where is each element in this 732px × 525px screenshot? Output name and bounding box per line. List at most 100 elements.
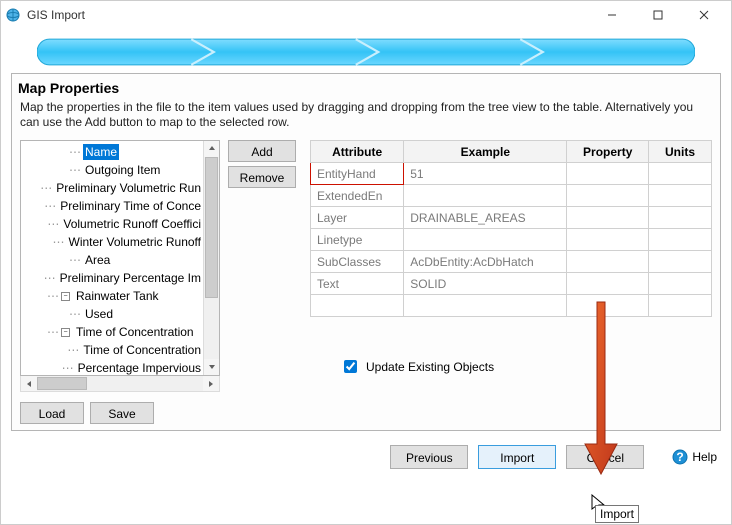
table-row[interactable]: ExtendedEn [311,185,712,207]
scrollbar-thumb[interactable] [37,377,87,390]
scroll-up-icon [208,145,216,153]
cell-property[interactable] [567,207,649,229]
help-icon: ? [672,449,688,465]
update-existing-checkbox[interactable]: Update Existing Objects [310,357,712,376]
instructions-text: Map the properties in the file to the it… [12,98,720,140]
load-button[interactable]: Load [20,402,84,424]
help-link[interactable]: Help [692,450,717,464]
import-button[interactable]: Import [478,445,556,469]
cell-property[interactable] [567,229,649,251]
close-button[interactable] [681,1,727,29]
scroll-down-icon [208,363,216,371]
cell-units[interactable] [649,185,712,207]
tree-item-label: Preliminary Percentage Im [58,270,203,286]
tree-item[interactable]: ⋯Percentage Impervious [21,359,203,375]
previous-button[interactable]: Previous [390,445,468,469]
col-attribute: Attribute [311,141,404,163]
tree-item[interactable]: ⋯Preliminary Time of Conce [21,197,203,215]
update-existing-label: Update Existing Objects [366,360,494,374]
window-title: GIS Import [27,8,85,22]
scrollbar-thumb[interactable] [205,157,218,298]
tree-item-label: Time of Concentration [81,342,203,358]
tree-item[interactable]: ⋯Area [21,251,203,269]
wizard-progress [37,37,695,67]
table-row[interactable]: LayerDRAINABLE_AREAS [311,207,712,229]
tree-item[interactable]: ⋯Preliminary Volumetric Run [21,179,203,197]
expand-icon[interactable]: − [61,292,70,301]
cell-attribute[interactable]: SubClasses [311,251,404,273]
expand-icon[interactable]: − [61,328,70,337]
tree-vertical-scrollbar[interactable] [203,141,219,375]
tree-item-label: Outgoing Item [83,162,162,178]
tree-item-label: Time of Concentration [74,324,196,340]
cell-units[interactable] [649,207,712,229]
tree-item[interactable]: ⋯Outgoing Item [21,161,203,179]
add-button[interactable]: Add [228,140,296,162]
tree-item-label: Area [83,252,112,268]
tree-item[interactable]: ⋯Time of Concentration [21,341,203,359]
save-button[interactable]: Save [90,402,154,424]
cell-property[interactable] [567,163,649,185]
minimize-button[interactable] [589,1,635,29]
cancel-button[interactable]: Cancel [566,445,644,469]
scroll-right-icon [207,380,215,388]
col-units: Units [649,141,712,163]
tree-item-label: Preliminary Volumetric Run [54,180,203,196]
cell-example[interactable]: 51 [404,163,567,185]
tree-item-label: Volumetric Runoff Coeffici [61,216,203,232]
app-icon [5,7,21,23]
table-row[interactable] [311,295,712,317]
cell-property[interactable] [567,273,649,295]
cell-example[interactable] [404,185,567,207]
section-heading: Map Properties [12,74,720,98]
cell-attribute[interactable]: Text [311,273,404,295]
map-properties-panel: Map Properties Map the properties in the… [11,73,721,431]
tree-item-label: Name [83,144,119,160]
table-row[interactable]: TextSOLID [311,273,712,295]
cell-attribute[interactable]: ExtendedEn [311,185,404,207]
cell-units[interactable] [649,229,712,251]
cell-example[interactable] [404,229,567,251]
tree-item[interactable]: ⋯Preliminary Percentage Im [21,269,203,287]
tree-item-label: Winter Volumetric Runoff [67,234,204,250]
cell-example[interactable]: SOLID [404,273,567,295]
tree-item[interactable]: ⋯−Time of Concentration [21,323,203,341]
wizard-footer: Previous Import Cancel ? Help [1,437,731,477]
remove-button[interactable]: Remove [228,166,296,188]
cell-units[interactable] [649,251,712,273]
cell-units[interactable] [649,163,712,185]
tree-item-label: Used [83,306,115,322]
table-row[interactable]: SubClassesAcDbEntity:AcDbHatch [311,251,712,273]
tree-item-label: Rainwater Tank [74,288,161,304]
svg-text:?: ? [677,450,684,464]
tree-item[interactable]: ⋯Winter Volumetric Runoff [21,233,203,251]
tree-item[interactable]: ⋯Name [21,143,203,161]
mouse-cursor-icon [591,494,607,514]
cell-example[interactable]: AcDbEntity:AcDbHatch [404,251,567,273]
tree-horizontal-scrollbar[interactable] [20,376,220,392]
update-existing-input[interactable] [344,360,357,373]
table-row[interactable]: Linetype [311,229,712,251]
properties-tree[interactable]: ⋯Name⋯Outgoing Item⋯Preliminary Volumetr… [21,141,203,375]
tree-item-label: Percentage Impervious [76,360,203,375]
col-example: Example [404,141,567,163]
cell-property[interactable] [567,185,649,207]
import-tooltip: Import [595,505,639,523]
cell-property[interactable] [567,251,649,273]
table-row[interactable]: EntityHand51 [311,163,712,185]
tree-item[interactable]: ⋯Used [21,305,203,323]
cell-units[interactable] [649,273,712,295]
maximize-button[interactable] [635,1,681,29]
scroll-left-icon [25,380,33,388]
tree-item[interactable]: ⋯−Rainwater Tank [21,287,203,305]
cell-example[interactable]: DRAINABLE_AREAS [404,207,567,229]
tree-item[interactable]: ⋯Volumetric Runoff Coeffici [21,215,203,233]
col-property: Property [567,141,649,163]
gis-import-window: GIS Import Map Properties Map the [0,0,732,525]
cell-attribute[interactable]: Linetype [311,229,404,251]
mapping-table[interactable]: Attribute Example Property Units EntityH… [310,140,712,317]
titlebar: GIS Import [1,1,731,29]
cell-attribute[interactable]: EntityHand [311,163,404,185]
tree-item-label: Preliminary Time of Conce [58,198,203,214]
cell-attribute[interactable]: Layer [311,207,404,229]
